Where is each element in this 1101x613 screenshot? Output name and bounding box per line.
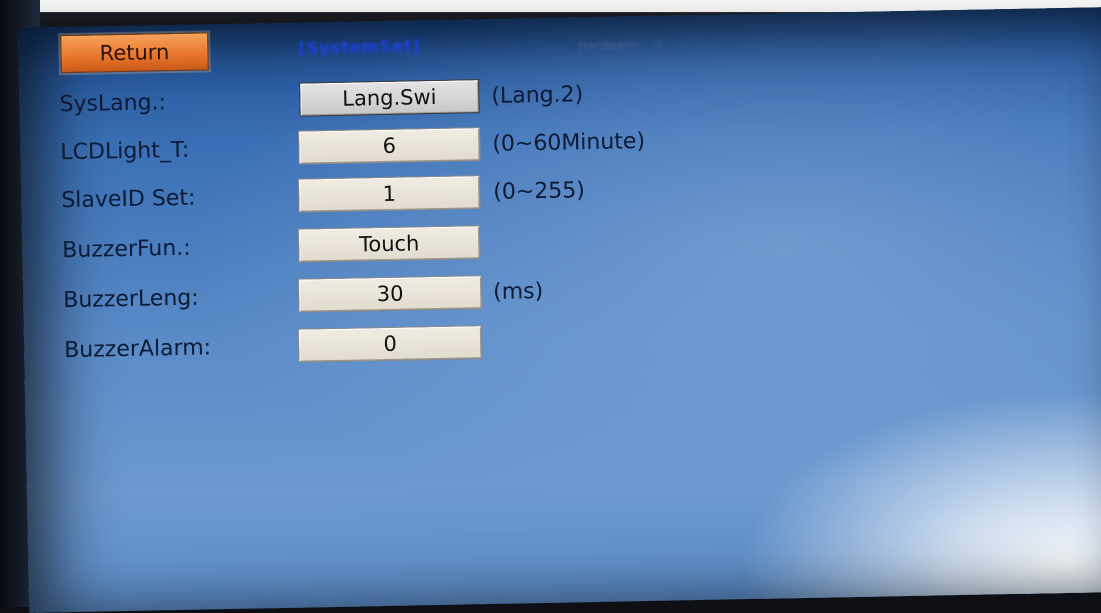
lang-switch-button[interactable]: Lang.Swi: [299, 79, 480, 117]
return-button[interactable]: Return: [60, 32, 209, 74]
setting-label: SlaveID Set:: [61, 185, 196, 214]
buzzer-length-input[interactable]: 30: [297, 275, 483, 313]
buzzer-function-button[interactable]: Touch: [297, 225, 481, 263]
slave-id-input[interactable]: 1: [297, 175, 481, 213]
setting-label: BuzzerLeng:: [63, 285, 199, 314]
hardware-label: Hardware:: [578, 38, 641, 54]
setting-row-buzzerfun: BuzzerFun.: Touch: [22, 221, 723, 274]
buzzer-alarm-input[interactable]: 0: [297, 325, 483, 363]
setting-row-slaveid: SlaveID Set: 1 (0~255): [21, 171, 722, 224]
setting-label: BuzzerFun.:: [62, 235, 191, 264]
setting-row-buzzerleng: BuzzerLeng: 30 (ms): [23, 271, 724, 324]
setting-row-lcdlight: LCDLight_T: 6 (0~60Minute): [20, 123, 721, 176]
setting-row-buzzeralarm: BuzzerAlarm: 0: [24, 321, 725, 374]
setting-hint: (0~60Minute): [492, 128, 646, 157]
setting-label: LCDLight_T:: [60, 137, 190, 166]
hardware-value: 2: [654, 37, 663, 52]
setting-label: SysLang.:: [59, 90, 167, 118]
setting-row-syslang: SysLang.: Lang.Swi (Lang.2): [19, 75, 720, 128]
setting-hint: (Lang.2): [491, 82, 584, 109]
setting-hint: (0~255): [493, 178, 586, 205]
setting-hint: (ms): [492, 278, 544, 305]
lcd-light-time-input[interactable]: 6: [298, 127, 481, 165]
setting-label: BuzzerAlarm:: [63, 335, 212, 364]
lcd-screen: Return [SystemSet] Hardware: 2 SysLang.:…: [18, 7, 1101, 613]
hardware-info: Hardware: 2: [578, 38, 662, 54]
page-title: [SystemSet]: [298, 36, 421, 58]
